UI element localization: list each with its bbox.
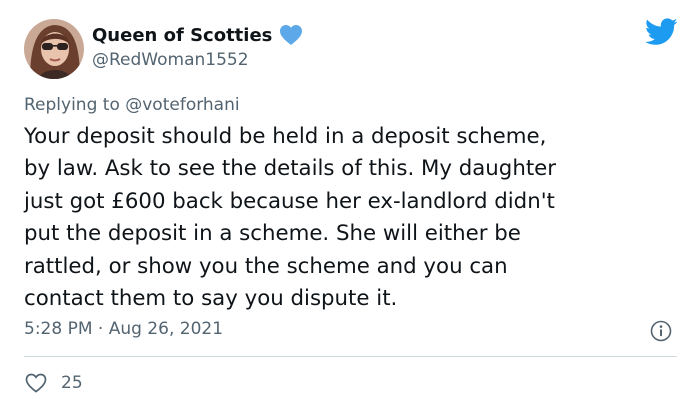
tweet-card: Queen of Scotties @RedWoman1552 Replying… [0,0,700,410]
avatar[interactable] [24,19,84,79]
divider [24,356,677,357]
reply-mention-link[interactable]: @voteforhani [125,95,239,115]
blue-heart-icon [279,24,303,46]
like-action[interactable]: 25 [24,372,83,394]
author-handle[interactable]: @RedWoman1552 [92,50,249,70]
replying-prefix: Replying to [24,95,120,115]
author-name-row[interactable]: Queen of Scotties [92,23,303,47]
heart-outline-icon[interactable] [24,372,48,394]
tweet-timestamp[interactable]: 5:28 PM · Aug 26, 2021 [24,319,223,339]
info-icon[interactable] [650,320,672,342]
twitter-bird-icon[interactable] [644,18,678,46]
display-name[interactable]: Queen of Scotties [92,25,272,46]
profile-photo [24,19,84,79]
replying-to: Replying to @voteforhani [24,95,240,115]
like-count: 25 [61,373,83,393]
tweet-text: Your deposit should be held in a deposit… [24,124,557,312]
